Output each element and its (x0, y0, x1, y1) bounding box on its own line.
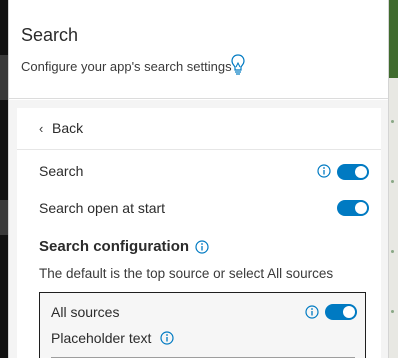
map-preview-edge (389, 0, 398, 358)
search-toggle[interactable] (337, 164, 369, 180)
panel-header: Search Configure your app's search setti… (9, 0, 388, 99)
info-icon[interactable] (195, 240, 209, 254)
toggle-knob (355, 166, 367, 178)
search-label: Search (39, 163, 84, 179)
back-label: Back (52, 120, 84, 136)
search-configuration-description: The default is the top source or select … (39, 266, 334, 281)
info-icon[interactable] (317, 164, 331, 178)
info-icon[interactable] (160, 331, 174, 345)
lightbulb-icon[interactable] (230, 53, 246, 77)
sidebar-segment (0, 55, 8, 100)
map-feature (391, 120, 394, 123)
panel-title: Search (21, 25, 79, 45)
chevron-left-icon: ‹ (39, 121, 44, 136)
all-sources-toggle[interactable] (325, 304, 357, 320)
toggle-knob (343, 306, 355, 318)
map-feature (391, 310, 394, 313)
source-item[interactable]: All sources Placeholder text (39, 292, 366, 358)
map-feature (391, 180, 394, 183)
info-icon[interactable] (305, 305, 319, 319)
map-green-area (389, 0, 398, 78)
search-settings-panel: Search Configure your app's search setti… (8, 0, 389, 358)
settings-card: ‹ Back Search Search open at start Searc… (17, 108, 381, 358)
all-sources-label: All sources (51, 304, 120, 320)
placeholder-text-label: Placeholder text (51, 330, 152, 346)
panel-subtitle: Configure your app's search settings (21, 59, 232, 74)
map-feature (391, 250, 394, 253)
sidebar-segment (0, 200, 8, 235)
search-open-at-start-label: Search open at start (39, 200, 166, 216)
back-button[interactable]: ‹ Back (17, 108, 381, 150)
search-configuration-title: Search configuration (39, 238, 190, 255)
toggle-knob (355, 202, 367, 214)
search-open-at-start-toggle[interactable] (337, 200, 369, 216)
app-sidebar-strip (0, 0, 8, 358)
panel-body: ‹ Back Search Search open at start Searc… (9, 100, 388, 358)
